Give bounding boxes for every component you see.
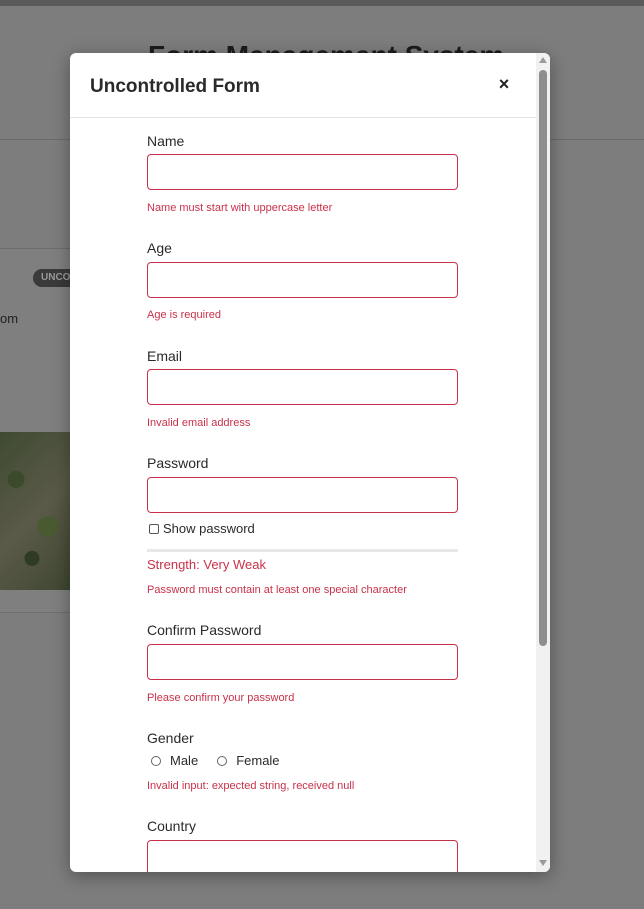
form-modal: Uncontrolled Form × Name Name must start…	[70, 53, 550, 872]
age-label: Age	[147, 240, 172, 256]
country-input[interactable]	[147, 840, 458, 872]
password-label: Password	[147, 455, 209, 471]
background-text: om	[0, 311, 19, 326]
gender-error: Invalid input: expected string, received…	[147, 780, 355, 792]
name-input[interactable]	[147, 154, 458, 190]
name-label: Name	[147, 133, 185, 149]
password-strength-text: Strength: Very Weak	[147, 557, 266, 572]
confirm-password-error: Please confirm your password	[147, 692, 295, 704]
modal-scrollbar[interactable]	[536, 53, 550, 872]
password-strength-bar	[147, 549, 458, 552]
scroll-thumb[interactable]	[539, 70, 547, 646]
email-error: Invalid email address	[147, 417, 251, 429]
gender-radio-female[interactable]	[217, 755, 228, 766]
confirm-password-label: Confirm Password	[147, 622, 262, 638]
gender-male-label[interactable]: Male	[170, 753, 198, 768]
confirm-password-input[interactable]	[147, 644, 458, 680]
modal-header: Uncontrolled Form ×	[70, 53, 536, 118]
scroll-up-arrow-icon[interactable]	[539, 57, 547, 63]
show-password-toggle[interactable]: Show password	[149, 521, 255, 536]
show-password-label: Show password	[163, 521, 255, 536]
gender-radio-male[interactable]	[151, 755, 161, 766]
country-label: Country	[147, 818, 197, 834]
age-input[interactable]	[147, 262, 458, 298]
gender-radio-group: Male Female	[151, 753, 299, 768]
modal-title: Uncontrolled Form	[90, 76, 260, 97]
password-input[interactable]	[147, 477, 458, 513]
email-label: Email	[147, 348, 183, 364]
gender-female-label[interactable]: Female	[236, 753, 279, 768]
scroll-down-arrow-icon[interactable]	[539, 860, 547, 866]
show-password-checkbox[interactable]	[149, 523, 159, 534]
card-image	[0, 432, 80, 590]
close-button[interactable]: ×	[496, 75, 512, 93]
email-input[interactable]	[147, 369, 458, 405]
gender-label: Gender	[147, 730, 194, 746]
password-error: Password must contain at least one speci…	[147, 584, 407, 596]
age-error: Age is required	[147, 309, 221, 321]
name-error: Name must start with uppercase letter	[147, 202, 333, 214]
